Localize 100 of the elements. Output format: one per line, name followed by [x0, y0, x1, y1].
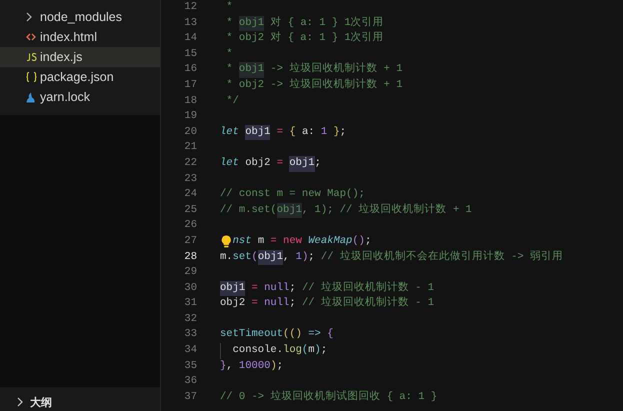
code-text: m — [258, 234, 264, 249]
code-text: m — [308, 343, 315, 358]
code-text: ) — [302, 250, 308, 264]
code-text: ; — [314, 156, 321, 171]
json-file-icon — [26, 72, 37, 82]
code-comment: -> 垃圾回收机制计数 + 1 — [269, 62, 403, 78]
code-literal: null — [264, 280, 290, 296]
line-number: 27 — [183, 234, 197, 249]
code-comment: * — [225, 0, 233, 15]
code-text: ) — [270, 358, 277, 374]
line-number: 31 — [183, 296, 197, 312]
highlighted-code-token: obj1 — [245, 124, 270, 140]
code-comment: * — [225, 62, 234, 78]
file-item[interactable]: index.js — [0, 47, 160, 67]
code-literal: null — [264, 296, 290, 312]
code-text: { — [327, 327, 334, 342]
code-text: ( — [252, 250, 258, 264]
line-number: 33 — [183, 327, 197, 342]
line-number: 30 — [183, 280, 197, 296]
code-keyword: new — [283, 234, 303, 249]
code-operator: = — [269, 234, 278, 249]
code-text: , — [226, 358, 234, 374]
code-text: ; — [276, 358, 284, 374]
file-item[interactable]: package.json — [0, 67, 160, 87]
code-text: m. — [220, 250, 233, 264]
line-number: 21 — [183, 140, 197, 156]
html-file-icon — [26, 33, 36, 41]
code-keyword: let — [220, 156, 240, 171]
code-operator: = — [276, 156, 284, 171]
outline-section-header[interactable]: 大纲 — [0, 393, 160, 411]
code-function: setTimeout — [220, 327, 284, 342]
highlighted-code-token: obj1 — [238, 16, 264, 32]
code-text: { — [289, 124, 297, 140]
code-text: ; — [289, 280, 297, 296]
code-text: obj2 — [220, 296, 246, 312]
line-number: 13 — [183, 16, 197, 31]
code-text: () — [352, 234, 365, 249]
code-comment: // 垃圾回收机制不会在此做引用计数 -> 弱引用 — [320, 250, 563, 264]
code-function: => — [308, 327, 322, 342]
code-text: ; — [308, 250, 316, 264]
file-item[interactable]: yarn.lock — [0, 87, 160, 107]
yarn-file-icon — [26, 92, 35, 102]
code-comment: * obj2 对 { a: 1 } 1次引用 — [225, 31, 384, 46]
line-number: 17 — [183, 78, 197, 93]
code-text: ; — [364, 234, 372, 249]
code-comment: * — [225, 16, 234, 31]
highlighted-code-token: obj1 — [289, 156, 315, 172]
code-literal: 1 — [296, 250, 302, 264]
js-file-icon — [26, 53, 37, 61]
code-text: , — [283, 250, 290, 264]
code-function: set — [232, 250, 252, 264]
code-function: ) — [314, 343, 321, 358]
line-number: 29 — [183, 265, 197, 280]
code-text: console. — [232, 343, 284, 358]
line-number: 28 — [183, 250, 197, 264]
chevron-right-icon — [17, 397, 23, 407]
code-text: (() — [283, 327, 303, 342]
code-text: ; — [320, 343, 328, 358]
line-number: 16 — [183, 62, 197, 78]
code-text: } — [333, 124, 340, 140]
line-number: 35 — [183, 358, 197, 374]
code-function: log — [283, 343, 302, 358]
line-number: 22 — [183, 156, 197, 171]
code-keyword: nst — [232, 234, 252, 249]
code-operator: = — [250, 296, 259, 312]
line-number: 26 — [183, 218, 197, 234]
code-comment: // 垃圾回收机制计数 - 1 — [302, 280, 434, 296]
line-number: 36 — [183, 374, 197, 390]
highlighted-code-token: obj1 — [238, 62, 264, 78]
code-comment: // m.set( — [220, 202, 277, 218]
line-number: 12 — [183, 0, 197, 15]
lightbulb-icon[interactable] — [220, 235, 233, 248]
code-literal: 1 — [320, 124, 328, 140]
code-text: obj2 — [245, 156, 270, 171]
file-item[interactable]: node_modules — [0, 7, 160, 27]
line-number: 19 — [183, 109, 197, 124]
code-text: ; — [289, 296, 297, 312]
line-number: 34 — [183, 343, 197, 358]
code-operator: = — [250, 280, 259, 296]
line-number: 24 — [183, 187, 197, 202]
code-literal: 10000 — [238, 358, 270, 374]
code-text: ; — [340, 124, 346, 140]
code-operator: = — [276, 124, 284, 140]
code-text: } — [220, 358, 226, 374]
line-number: 20 — [183, 124, 197, 140]
line-number: 32 — [183, 312, 197, 327]
code-comment: */ — [225, 94, 239, 109]
code-text: a: — [302, 124, 316, 140]
code-comment: * obj2 -> 垃圾回收机制计数 + 1 — [225, 78, 403, 93]
code-comment: // 0 -> 垃圾回收机制试图回收 { a: 1 } — [220, 390, 438, 405]
code-comment: // 垃圾回收机制计数 - 1 — [302, 296, 434, 312]
line-number: 14 — [183, 31, 197, 46]
chevron-right-icon — [26, 12, 32, 22]
highlighted-code-token: obj1 — [258, 250, 284, 266]
code-keyword: let — [220, 124, 240, 140]
file-item[interactable]: index.html — [0, 27, 160, 47]
code-comment: * — [225, 46, 233, 62]
code-function: ( — [302, 343, 308, 358]
highlighted-code-token: obj1 — [276, 202, 302, 218]
code-class-name: WeakMap — [308, 234, 352, 249]
